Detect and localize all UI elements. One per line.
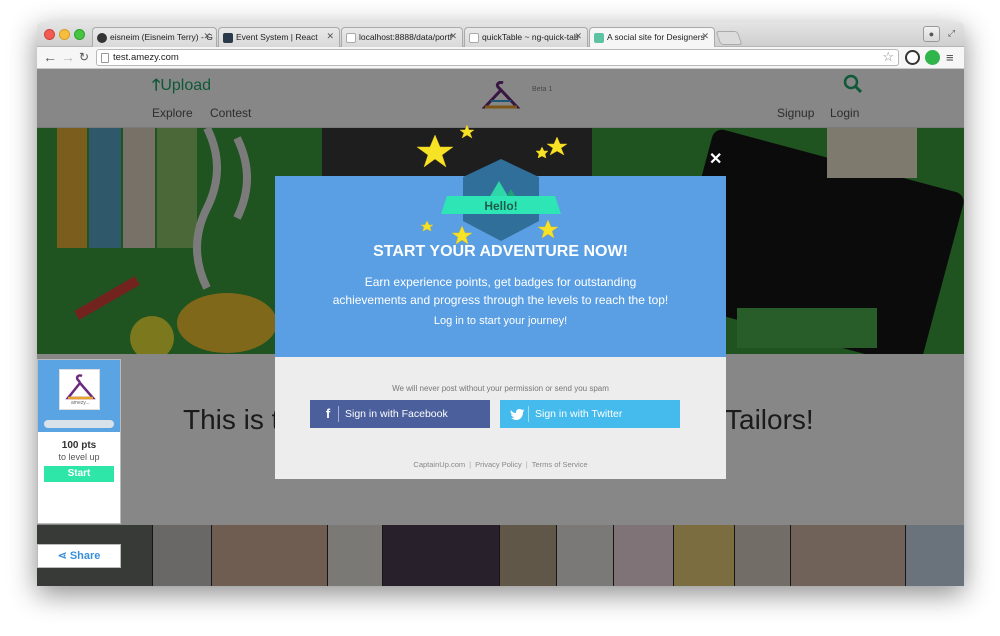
footer-link-terms[interactable]: Terms of Service [532, 460, 588, 469]
reload-icon[interactable]: ↻ [79, 49, 89, 66]
extension-green-icon[interactable] [925, 50, 940, 65]
share-label: Share [69, 550, 101, 562]
button-divider [338, 406, 339, 422]
login-prompt: Log in to start your journey! [433, 315, 568, 327]
page-icon [101, 53, 109, 63]
zoom-window-button[interactable] [74, 29, 85, 40]
facebook-signin-label: Sign in with Facebook [345, 408, 448, 420]
page-icon [469, 33, 479, 43]
github-icon [97, 33, 107, 43]
amezy-favicon-icon [594, 33, 604, 43]
url-text: test.amezy.com [113, 52, 179, 63]
minimize-window-button[interactable] [59, 29, 70, 40]
progress-bar [44, 420, 114, 428]
tab-localhost[interactable]: localhost:8888/data/portf ✕ [341, 27, 463, 47]
modal-footer: CaptainUp.com | Privacy Policy | Terms of Se… [275, 460, 726, 469]
tab-quicktable[interactable]: quickTable ~ ng-quick-tab ✕ [464, 27, 588, 47]
points-label: 100 pts [61, 440, 97, 451]
close-tab-icon[interactable]: ✕ [574, 31, 582, 42]
level-widget: amezy... 100 pts to level up Start [37, 359, 121, 524]
user-profile-icon[interactable]: ● [923, 26, 940, 42]
footer-link-captainup[interactable]: CaptainUp.com [413, 460, 465, 469]
facebook-signin-button[interactable]: f Sign in with Facebook [310, 400, 490, 428]
fullscreen-icon[interactable]: ⤢ [943, 26, 960, 42]
page-icon [346, 33, 356, 43]
tab-title: quickTable ~ ng-quick-tab [482, 32, 579, 42]
tab-amezy[interactable]: A social site for Designers ✕ [589, 27, 715, 48]
share-button[interactable]: ⋖ Share [37, 544, 121, 568]
close-icon[interactable]: ✕ [709, 149, 722, 169]
badge-label: Hello! [484, 199, 517, 213]
extension-icon[interactable] [905, 50, 920, 65]
twitter-signin-label: Sign in with Twitter [535, 408, 623, 420]
button-divider [528, 406, 529, 422]
tab-bar: eisneim (Eisneim Terry) - G ✕ Event Syst… [37, 22, 964, 48]
hello-badge: Hello! [416, 124, 568, 245]
react-icon [223, 33, 233, 43]
browser-window: eisneim (Eisneim Terry) - G ✕ Event Syst… [37, 22, 964, 586]
browser-toolbar: ← → ↻ test.amezy.com ☆ ≡ [37, 47, 964, 69]
close-tab-icon[interactable]: ✕ [449, 31, 457, 42]
twitter-signin-button[interactable]: Sign in with Twitter [500, 400, 680, 428]
tab-github[interactable]: eisneim (Eisneim Terry) - G ✕ [92, 27, 217, 47]
footer-link-privacy[interactable]: Privacy Policy [475, 460, 522, 469]
close-tab-icon[interactable]: ✕ [326, 31, 334, 42]
avatar[interactable]: amezy... [59, 369, 100, 410]
facebook-icon: f [325, 406, 331, 421]
widget-logo-text: amezy... [71, 400, 90, 406]
back-icon[interactable]: ← [43, 49, 57, 66]
start-button[interactable]: Start [44, 466, 114, 482]
new-tab-button[interactable] [715, 31, 743, 45]
share-icon: ⋖ [57, 550, 70, 562]
footer-separator: | [469, 460, 472, 469]
footer-separator: | [525, 460, 528, 469]
close-window-button[interactable] [44, 29, 55, 40]
tab-title: localhost:8888/data/portf [359, 32, 453, 42]
page: 🡑Upload Beta 1 Explore Contest Signup Lo… [37, 69, 964, 586]
tab-title: eisneim (Eisneim Terry) - G [110, 32, 213, 42]
forward-icon[interactable]: → [61, 49, 75, 66]
bookmark-star-icon[interactable]: ☆ [882, 49, 894, 65]
close-tab-icon[interactable]: ✕ [203, 31, 211, 42]
menu-icon[interactable]: ≡ [946, 49, 954, 66]
address-bar[interactable]: test.amezy.com ☆ [96, 49, 899, 66]
tab-title: A social site for Designers [607, 32, 705, 42]
close-tab-icon[interactable]: ✕ [701, 31, 709, 42]
tab-react[interactable]: Event System | React ✕ [218, 27, 340, 47]
tab-title: Event System | React [236, 32, 318, 42]
points-sublabel: to level up [58, 452, 100, 462]
widget-header: amezy... [38, 360, 120, 432]
privacy-note: We will never post without your permissi… [392, 384, 609, 393]
twitter-icon [510, 409, 525, 420]
